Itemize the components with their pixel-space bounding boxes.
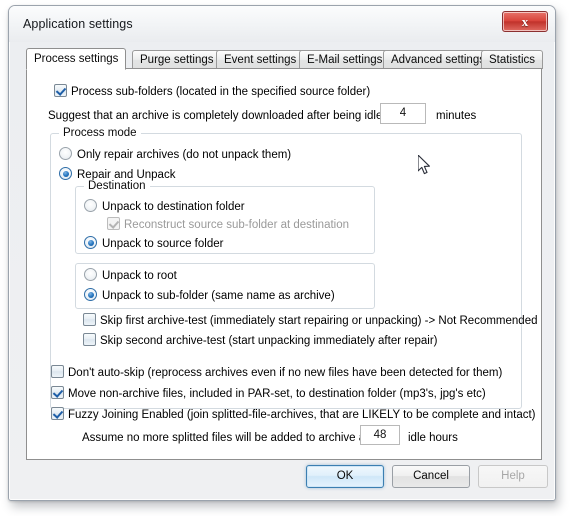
unpack-to-destination-row[interactable]: Unpack to destination folder [84, 199, 245, 214]
splitted-wait-suffix-row: idle hours [408, 431, 458, 445]
repair-and-unpack-radio[interactable] [59, 167, 72, 180]
splitted-idle-hours-input[interactable]: 48 [360, 425, 400, 445]
skip-first-test-row[interactable]: Skip first archive-test (immediately sta… [83, 313, 538, 328]
process-subfolders-row[interactable]: Process sub-folders (located in the spec… [54, 84, 370, 99]
desktop-background: Application settings x Process settings … [0, 0, 574, 516]
unpack-to-source-label: Unpack to source folder [102, 238, 224, 250]
skip-second-test-row[interactable]: Skip second archive-test (start unpackin… [83, 333, 437, 348]
idle-suggest-prefix-row: Suggest that an archive is completely do… [48, 109, 399, 123]
close-glyph: x [521, 14, 529, 29]
tab-advanced-settings[interactable]: Advanced settings [383, 50, 493, 69]
idle-minutes-input[interactable]: 4 [380, 103, 426, 124]
tab-event-settings[interactable]: Event settings [216, 50, 305, 69]
idle-suggest-prefix: Suggest that an archive is completely do… [48, 110, 399, 122]
skip-second-test-checkbox[interactable] [83, 333, 96, 346]
fuzzy-joining-label: Fuzzy Joining Enabled (join splitted-fil… [68, 409, 536, 421]
unpack-to-root-label: Unpack to root [102, 270, 177, 282]
application-settings-window: Application settings x Process settings … [8, 5, 556, 501]
process-settings-page: Process sub-folders (located in the spec… [26, 68, 542, 460]
move-non-archive-row[interactable]: Move non-archive files, included in PAR-… [51, 386, 486, 401]
unpack-to-root-radio[interactable] [84, 268, 97, 281]
close-icon[interactable]: x [502, 11, 548, 32]
reconstruct-subfolder-label: Reconstruct source sub-folder at destina… [124, 219, 350, 231]
splitted-wait-prefix-row: Assume no more splitted files will be ad… [82, 431, 382, 445]
only-repair-label: Only repair archives (do not unpack them… [77, 149, 292, 161]
dont-auto-skip-row[interactable]: Don't auto-skip (reprocess archives even… [51, 365, 502, 380]
splitted-wait-prefix: Assume no more splitted files will be ad… [82, 432, 382, 444]
skip-first-test-label: Skip first archive-test (immediately sta… [100, 315, 538, 327]
unpack-to-destination-label: Unpack to destination folder [102, 201, 245, 213]
unpack-to-source-row[interactable]: Unpack to source folder [84, 236, 223, 251]
process-subfolders-label: Process sub-folders (located in the spec… [71, 86, 371, 98]
reconstruct-subfolder-checkbox [107, 217, 120, 230]
process-subfolders-checkbox[interactable] [54, 84, 67, 97]
tab-bar: Process settings Purge settings Event se… [26, 48, 544, 70]
reconstruct-subfolder-row: Reconstruct source sub-folder at destina… [107, 217, 349, 232]
fuzzy-joining-checkbox[interactable] [51, 407, 64, 420]
tab-statistics[interactable]: Statistics [481, 50, 544, 69]
move-non-archive-checkbox[interactable] [51, 386, 64, 399]
idle-suggest-suffix: minutes [436, 110, 477, 122]
fuzzy-joining-row[interactable]: Fuzzy Joining Enabled (join splitted-fil… [51, 407, 536, 422]
unpack-to-subfolder-label: Unpack to sub-folder (same name as archi… [102, 290, 335, 302]
move-non-archive-label: Move non-archive files, included in PAR-… [68, 388, 486, 400]
window-title: Application settings [23, 17, 133, 31]
unpack-to-subfolder-radio[interactable] [84, 288, 97, 301]
idle-suggest-suffix-row: minutes [436, 109, 476, 123]
unpack-to-subfolder-row[interactable]: Unpack to sub-folder (same name as archi… [84, 288, 335, 303]
unpack-to-destination-radio[interactable] [84, 199, 97, 212]
only-repair-row[interactable]: Only repair archives (do not unpack them… [59, 147, 291, 162]
ok-button[interactable]: OK [306, 465, 384, 488]
dont-auto-skip-label: Don't auto-skip (reprocess archives even… [68, 367, 503, 379]
skip-second-test-label: Skip second archive-test (start unpackin… [100, 335, 438, 347]
cancel-button[interactable]: Cancel [392, 465, 470, 488]
help-button: Help [478, 465, 548, 488]
unpack-to-root-row[interactable]: Unpack to root [84, 268, 177, 283]
destination-group-title: Destination [84, 180, 150, 192]
skip-first-test-checkbox[interactable] [83, 313, 96, 326]
only-repair-radio[interactable] [59, 147, 72, 160]
tab-process-settings[interactable]: Process settings [26, 48, 127, 70]
splitted-wait-suffix: idle hours [408, 432, 458, 444]
tab-purge-settings[interactable]: Purge settings [132, 50, 222, 69]
process-mode-group-title: Process mode [59, 127, 141, 139]
unpack-to-source-radio[interactable] [84, 236, 97, 249]
dont-auto-skip-checkbox[interactable] [51, 365, 64, 378]
tab-email-settings[interactable]: E-Mail settings [299, 50, 391, 69]
